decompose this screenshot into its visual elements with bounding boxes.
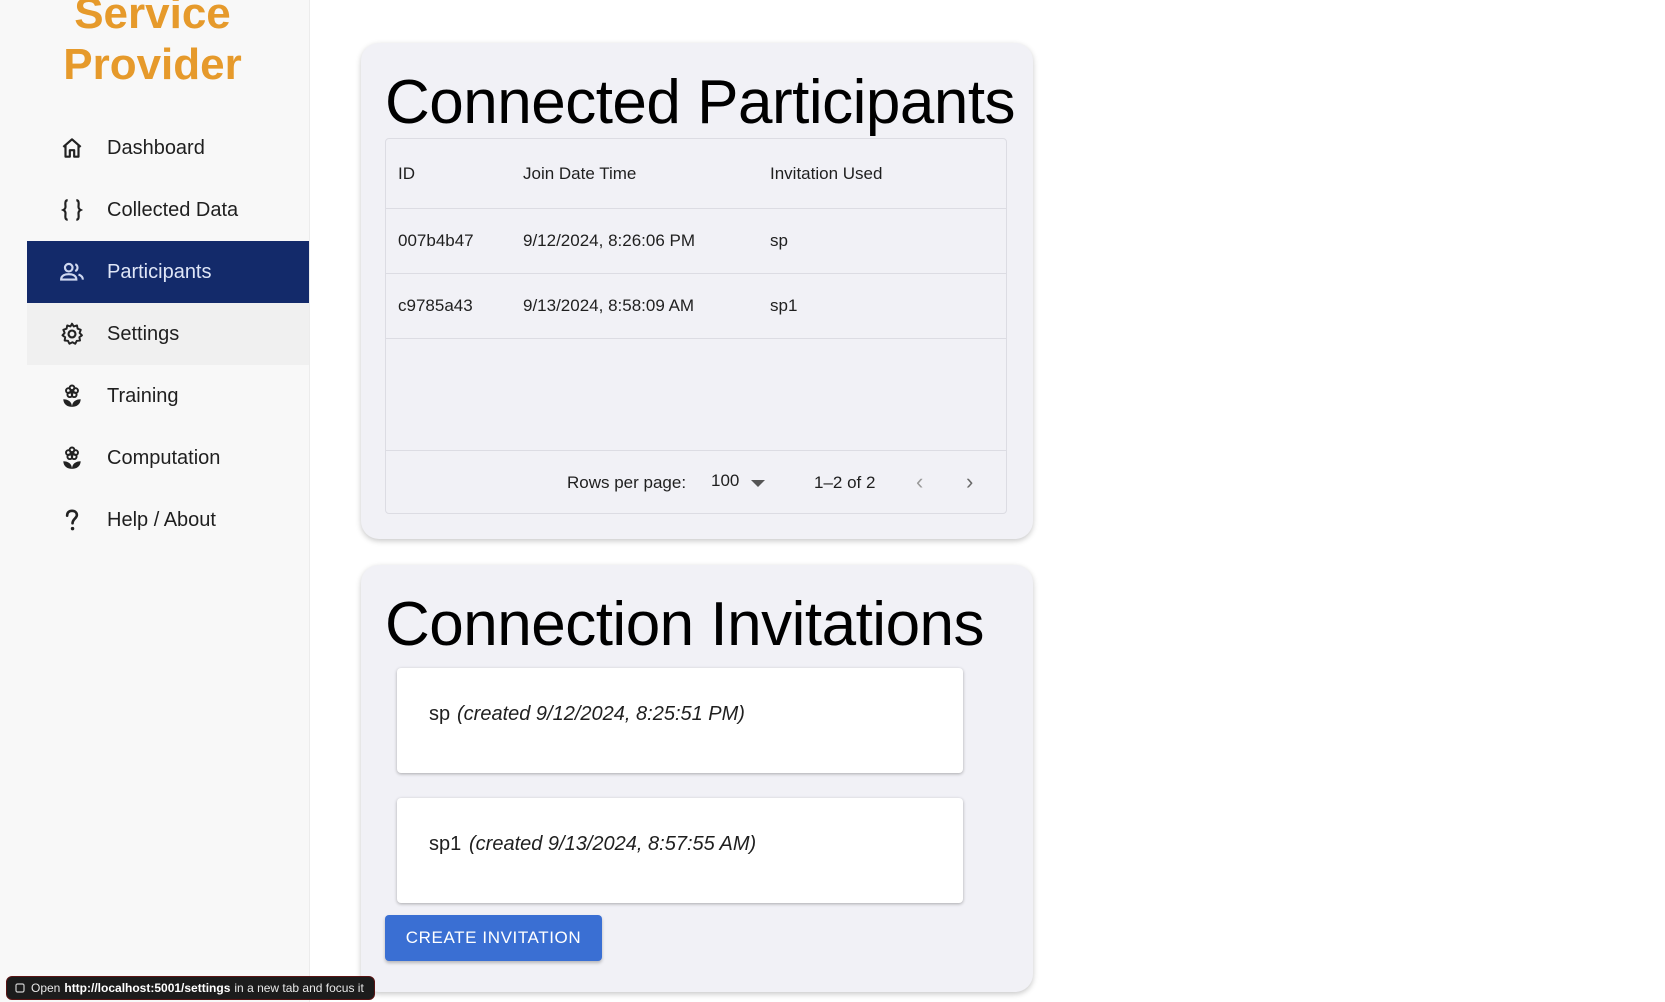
rows-per-page-label: Rows per page:: [567, 473, 687, 492]
invitation-name: sp: [429, 703, 451, 725]
sidebar-item-label: Computation: [107, 446, 221, 469]
invitation-name: sp1: [429, 833, 462, 855]
column-header-invitation-used[interactable]: Invitation Used: [770, 164, 882, 184]
invitation-card[interactable]: sp1 (created 9/13/2024, 8:57:55 AM): [397, 798, 963, 903]
status-url: http://localhost:5001/settings: [64, 981, 231, 995]
sidebar: Service Provider Dashboard Collected Dat…: [0, 0, 310, 1002]
sidebar-item-help-about[interactable]: Help / About: [27, 489, 309, 551]
status-suffix: in a new tab and focus it: [234, 981, 364, 995]
status-prefix: Open: [31, 981, 61, 995]
status-bar-link-preview: Open http://localhost:5001/settings in a…: [6, 976, 375, 1000]
brand-line-1: Service: [74, 0, 231, 38]
column-header-join-date-time[interactable]: Join Date Time: [523, 164, 636, 184]
sidebar-item-training[interactable]: Training: [27, 365, 309, 427]
sidebar-item-label: Dashboard: [107, 136, 205, 159]
participants-table: ID Join Date Time Invitation Used 007b4b…: [385, 138, 1007, 514]
chevron-down-icon[interactable]: [751, 480, 765, 487]
question-icon: [59, 507, 85, 533]
sidebar-item-label: Training: [107, 384, 179, 407]
pagination-range: 1–2 of 2: [814, 473, 876, 492]
sidebar-item-computation[interactable]: Computation: [27, 427, 309, 489]
sidebar-item-dashboard[interactable]: Dashboard: [27, 117, 309, 179]
gear-icon: [59, 321, 85, 347]
cell-invitation-used: sp: [770, 231, 788, 250]
braces-icon: [59, 197, 85, 223]
table-header-row: ID Join Date Time Invitation Used: [386, 139, 1006, 209]
invitations-card: Connection Invitations sp (created 9/12/…: [361, 565, 1033, 992]
link-icon: [15, 983, 25, 993]
table-row[interactable]: 007b4b47 9/12/2024, 8:26:06 PM sp: [386, 209, 1006, 274]
cell-id: c9785a43: [398, 296, 473, 315]
sidebar-item-settings[interactable]: Settings: [27, 303, 309, 365]
cell-join-date-time: 9/13/2024, 8:58:09 AM: [523, 296, 695, 315]
chevron-right-icon[interactable]: ›: [966, 469, 973, 495]
participants-title: Connected Participants: [385, 68, 1016, 137]
sidebar-item-label: Collected Data: [107, 198, 239, 221]
sidebar-item-label: Participants: [107, 260, 212, 283]
table-row[interactable]: c9785a43 9/13/2024, 8:58:09 AM sp1: [386, 274, 1006, 339]
people-icon: [59, 259, 85, 285]
brand-line-2: Provider: [63, 40, 242, 89]
invitation-created: (created 9/13/2024, 8:57:55 AM): [469, 833, 757, 855]
participants-card: Connected Participants ID Join Date Time…: [361, 43, 1033, 539]
column-header-id[interactable]: ID: [398, 164, 415, 184]
table-pagination: Rows per page: 100 1–2 of 2 ‹ ›: [386, 450, 1006, 514]
flower-icon: [59, 445, 85, 471]
brand-title: Service Provider: [0, 0, 305, 90]
chevron-left-icon[interactable]: ‹: [916, 469, 923, 495]
invitations-title: Connection Invitations: [385, 590, 985, 659]
invitation-created: (created 9/12/2024, 8:25:51 PM): [457, 703, 745, 725]
sidebar-item-label: Settings: [107, 322, 180, 345]
flower-icon: [59, 383, 85, 409]
invitation-card[interactable]: sp (created 9/12/2024, 8:25:51 PM): [397, 668, 963, 773]
home-icon: [59, 135, 85, 161]
sidebar-item-collected-data[interactable]: Collected Data: [27, 179, 309, 241]
cell-invitation-used: sp1: [770, 296, 798, 315]
cell-join-date-time: 9/12/2024, 8:26:06 PM: [523, 231, 696, 250]
create-invitation-button[interactable]: CREATE INVITATION: [385, 915, 602, 961]
sidebar-item-participants[interactable]: Participants: [27, 241, 309, 303]
rows-per-page-select[interactable]: 100: [711, 471, 739, 491]
sidebar-nav: Dashboard Collected Data Participants Se…: [27, 117, 309, 551]
sidebar-item-label: Help / About: [107, 508, 216, 531]
cell-id: 007b4b47: [398, 231, 474, 250]
